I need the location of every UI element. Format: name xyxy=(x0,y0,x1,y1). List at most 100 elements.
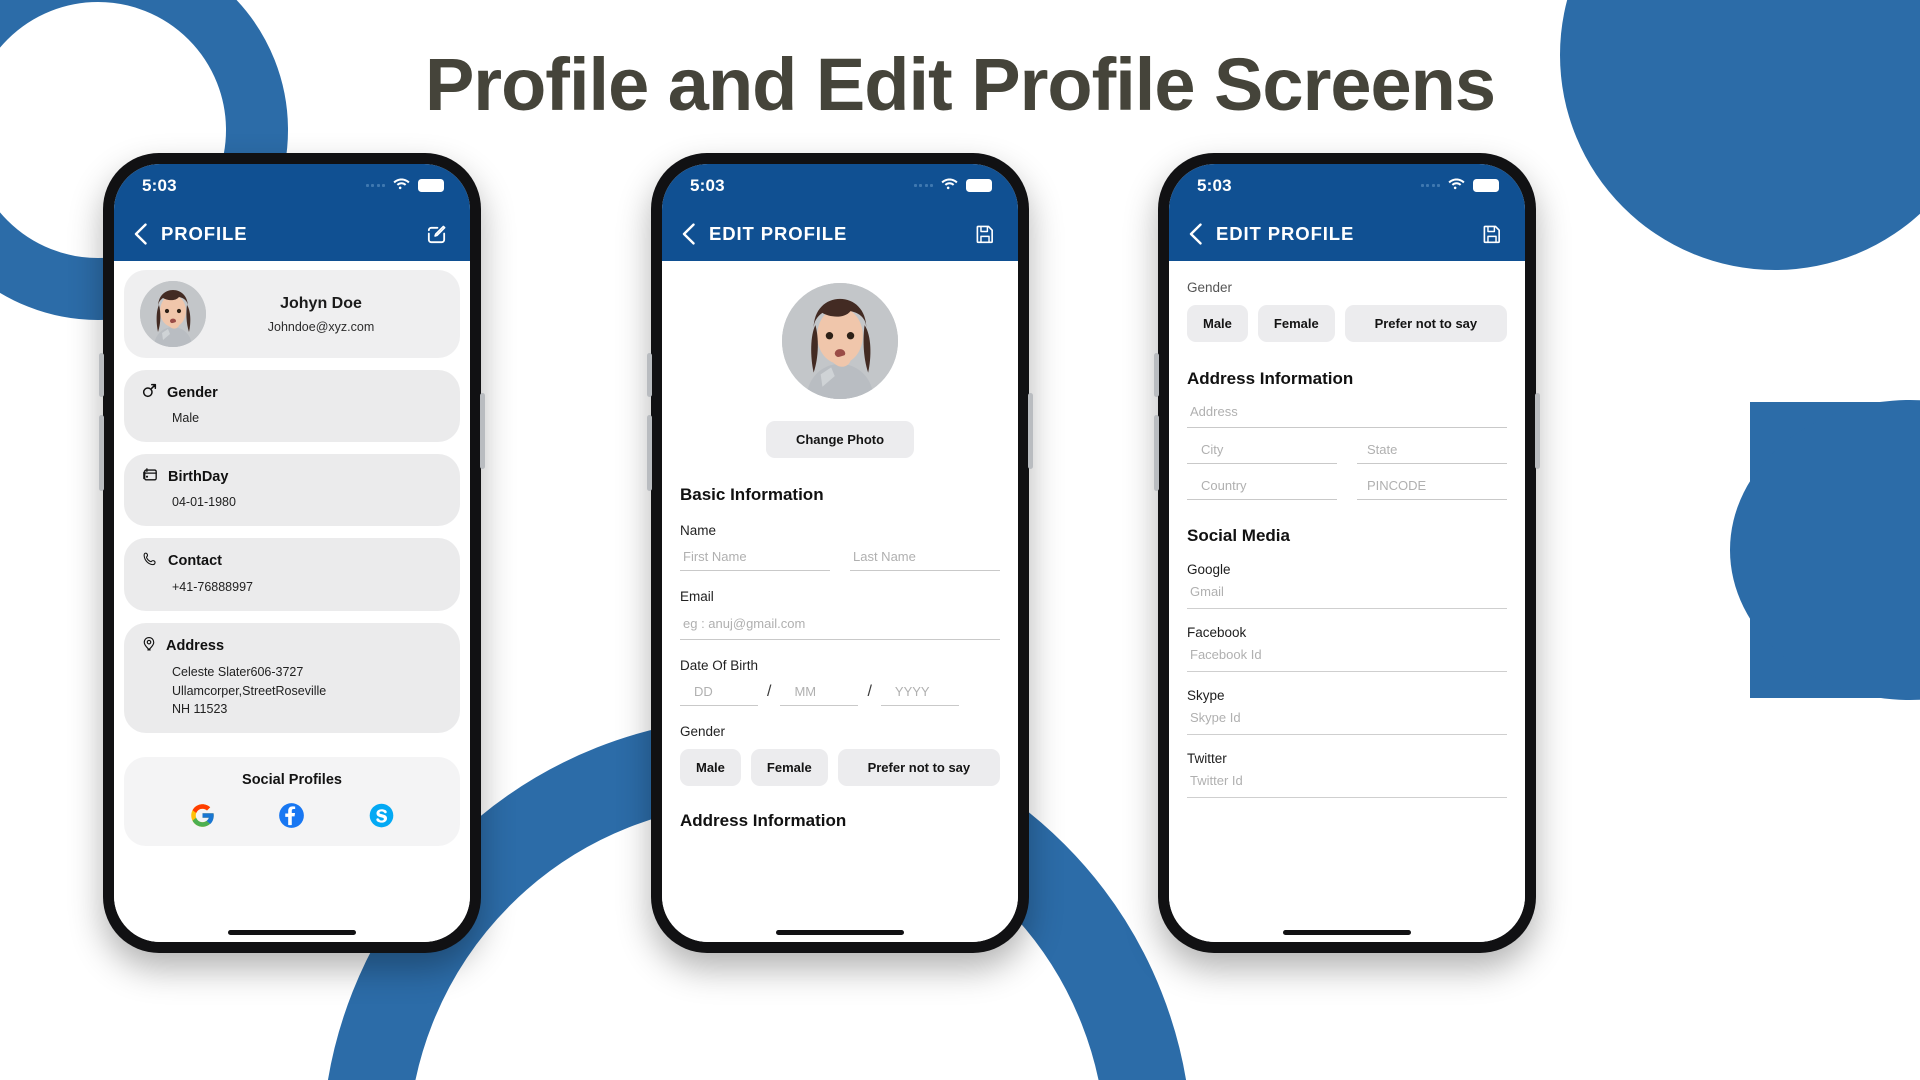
chevron-left-icon[interactable] xyxy=(134,223,147,245)
info-value: Celeste Slater606-3727 Ullamcorper,Stree… xyxy=(172,665,327,716)
chevron-left-icon[interactable] xyxy=(1189,223,1202,245)
email-input[interactable]: eg : anuj@gmail.com xyxy=(680,613,1000,640)
save-floppy-icon[interactable] xyxy=(1481,223,1503,245)
phone-side-button xyxy=(1028,393,1033,469)
signal-dots-icon xyxy=(913,184,933,187)
gender-option-prefer-not-to-say[interactable]: Prefer not to say xyxy=(1344,305,1507,342)
google-placeholder: Gmail xyxy=(1190,584,1224,599)
city-input[interactable]: City xyxy=(1187,438,1337,464)
chevron-left-icon[interactable] xyxy=(682,223,695,245)
country-input[interactable]: Country xyxy=(1187,474,1337,500)
signal-dots-icon xyxy=(365,184,385,187)
facebook-label: Facebook xyxy=(1187,625,1247,640)
app-bar-edit-2: EDIT PROFILE xyxy=(1169,207,1525,261)
info-card-gender[interactable]: Gender Male xyxy=(124,370,460,443)
info-label: BirthDay xyxy=(168,468,229,485)
facebook-icon[interactable] xyxy=(278,802,305,829)
phone-mockup-profile: 5:03 PROFILE Johyn Doe Johndoe@xyz.com G… xyxy=(99,153,485,953)
info-label: Address xyxy=(166,638,225,655)
dob-label: Date Of Birth xyxy=(680,658,759,673)
location-pin-icon xyxy=(142,636,156,656)
address-placeholder: Address xyxy=(1190,404,1238,419)
gender-option-prefer-not-to-say[interactable]: Prefer not to say xyxy=(837,749,1000,786)
info-label: Contact xyxy=(168,553,222,570)
profile-header-card: Johyn Doe Johndoe@xyz.com xyxy=(124,270,460,358)
name-label: Name xyxy=(680,523,717,538)
profile-email: Johndoe@xyz.com xyxy=(267,319,375,334)
home-indicator xyxy=(228,930,356,935)
phone-icon xyxy=(142,551,158,571)
facebook-placeholder: Facebook Id xyxy=(1190,647,1262,662)
app-bar-edit-1: EDIT PROFILE xyxy=(662,207,1018,261)
last-name-placeholder: Last Name xyxy=(853,549,916,564)
profile-content: Johyn Doe Johndoe@xyz.com Gender Male Bi… xyxy=(114,261,470,942)
battery-icon xyxy=(418,179,444,192)
twitter-input[interactable]: Twitter Id xyxy=(1187,772,1507,798)
edit-profile-content-2: Gender Male Female Prefer not to say Add… xyxy=(1169,261,1525,942)
google-icon[interactable] xyxy=(189,802,216,829)
dob-day-placeholder: DD xyxy=(694,684,713,699)
first-name-placeholder: First Name xyxy=(683,549,747,564)
edit-square-icon[interactable] xyxy=(425,223,448,246)
skype-icon[interactable] xyxy=(368,802,395,829)
google-input[interactable]: Gmail xyxy=(1187,583,1507,609)
phone-screen-profile: 5:03 PROFILE Johyn Doe Johndoe@xyz.com G… xyxy=(114,164,470,942)
status-time: 5:03 xyxy=(1197,175,1232,195)
info-card-contact[interactable]: Contact +41-76888997 xyxy=(124,538,460,612)
signal-dots-icon xyxy=(1420,184,1440,187)
app-bar-profile: PROFILE xyxy=(114,207,470,261)
wifi-icon xyxy=(393,177,410,195)
info-value: +41-76888997 xyxy=(172,580,253,595)
phone-mockup-edit-profile-1: 5:03 EDIT PROFILE Change Photo Basic Inf… xyxy=(647,153,1033,953)
address-input[interactable]: Address xyxy=(1187,401,1507,428)
gender-option-male[interactable]: Male xyxy=(1187,305,1248,342)
phone-side-button xyxy=(1535,393,1540,469)
home-indicator xyxy=(776,930,904,935)
phone-screen-edit-2: 5:03 EDIT PROFILE Gender Male Female Pre… xyxy=(1169,164,1525,942)
page-title: Profile and Edit Profile Screens xyxy=(424,43,1496,126)
state-placeholder: State xyxy=(1367,442,1398,457)
change-photo-button[interactable]: Change Photo xyxy=(766,421,914,458)
skype-placeholder: Skype Id xyxy=(1190,710,1241,725)
basic-information-heading: Basic Information xyxy=(680,485,824,504)
twitter-label: Twitter xyxy=(1187,751,1227,766)
dob-separator-2: / xyxy=(867,683,872,700)
skype-label: Skype xyxy=(1187,688,1225,703)
home-indicator xyxy=(1283,930,1411,935)
pincode-placeholder: PINCODE xyxy=(1367,478,1427,493)
google-label: Google xyxy=(1187,562,1231,577)
facebook-input[interactable]: Facebook Id xyxy=(1187,646,1507,672)
last-name-input[interactable]: Last Name xyxy=(850,545,1000,571)
phone-mockup-edit-profile-2: 5:03 EDIT PROFILE Gender Male Female Pre… xyxy=(1154,153,1540,953)
info-value: 04-01-1980 xyxy=(172,495,236,510)
dob-day-input[interactable]: DD xyxy=(680,680,758,706)
status-bar: 5:03 xyxy=(114,164,470,207)
gender-option-female[interactable]: Female xyxy=(1257,305,1335,342)
info-card-birthday[interactable]: BirthDay 04-01-1980 xyxy=(124,454,460,527)
state-input[interactable]: State xyxy=(1357,438,1507,464)
phone-screen-edit-1: 5:03 EDIT PROFILE Change Photo Basic Inf… xyxy=(662,164,1018,942)
dob-month-placeholder: MM xyxy=(794,684,817,699)
dob-year-placeholder: YYYY xyxy=(894,684,930,699)
avatar[interactable] xyxy=(782,283,898,399)
dob-month-input[interactable]: MM xyxy=(780,680,859,706)
country-placeholder: Country xyxy=(1201,478,1247,493)
gender-option-female[interactable]: Female xyxy=(750,749,828,786)
gender-option-male[interactable]: Male xyxy=(680,749,741,786)
address-information-heading: Address Information xyxy=(680,811,847,830)
status-time: 5:03 xyxy=(690,175,725,195)
info-card-address[interactable]: Address Celeste Slater606-3727 Ullamcorp… xyxy=(124,623,460,733)
skype-input[interactable]: Skype Id xyxy=(1187,709,1507,735)
dob-year-input[interactable]: YYYY xyxy=(880,680,959,706)
battery-icon xyxy=(1473,179,1499,192)
info-label: Gender xyxy=(167,384,218,401)
pincode-input[interactable]: PINCODE xyxy=(1357,474,1507,500)
wifi-icon xyxy=(941,177,958,195)
social-profiles-card: Social Profiles xyxy=(124,756,460,846)
edit-profile-content-1: Change Photo Basic Information Name Firs… xyxy=(662,261,1018,942)
save-floppy-icon[interactable] xyxy=(974,223,996,245)
gender-label: Gender xyxy=(1187,280,1233,295)
social-media-heading: Social Media xyxy=(1187,526,1290,545)
battery-icon xyxy=(966,179,992,192)
first-name-input[interactable]: First Name xyxy=(680,545,830,571)
